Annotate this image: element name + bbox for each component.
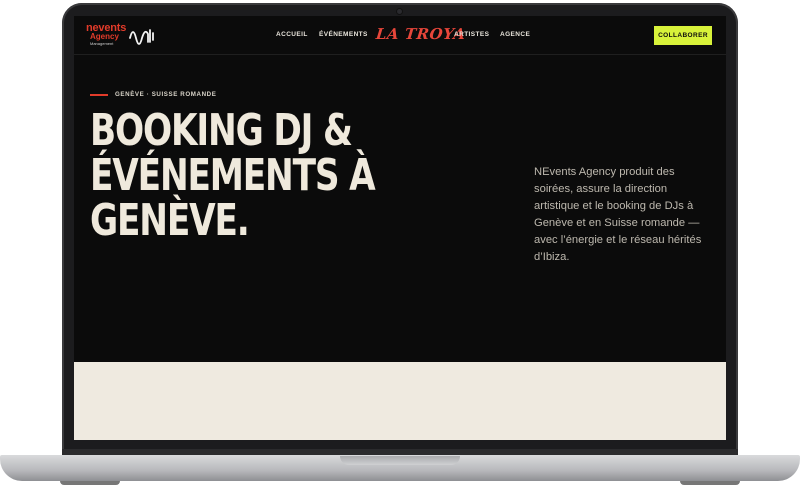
next-section-cream: [74, 362, 726, 440]
laptop-foot-left: [60, 481, 120, 485]
headline-line-2: ÉVÉNEMENTS À: [90, 150, 376, 201]
nevents-logo[interactable]: nevents Agency Management: [86, 22, 156, 50]
browser-viewport: nevents Agency Management ACCUEIL ÉVÉNEM…: [74, 16, 726, 440]
laptop-foot-right: [680, 481, 740, 485]
hero-eyebrow: GENÈVE · SUISSE ROMANDE: [115, 91, 217, 98]
nav-link-agence[interactable]: AGENCE: [500, 31, 530, 38]
nav-link-artistes[interactable]: ARTISTES: [454, 31, 489, 38]
la-troya-brand-link[interactable]: LA TROYA: [375, 25, 466, 43]
eyebrow-divider: [90, 94, 108, 96]
sound-wave-icon: [129, 29, 154, 45]
nav-link-evenements[interactable]: ÉVÉNEMENTS: [319, 31, 368, 38]
headline-line-1: BOOKING DJ &: [90, 105, 353, 156]
camera-icon: [397, 9, 402, 14]
logo-tagline: Management: [90, 41, 114, 46]
nav-link-accueil[interactable]: ACCUEIL: [276, 31, 308, 38]
collaborer-button[interactable]: COLLABORER: [654, 26, 712, 45]
site-navbar: nevents Agency Management ACCUEIL ÉVÉNEM…: [74, 16, 726, 55]
logo-subtitle: Agency: [90, 32, 119, 41]
headline-line-3: GENÈVE.: [90, 195, 250, 246]
hero-headline: BOOKING DJ & ÉVÉNEMENTS À GENÈVE.: [90, 105, 376, 246]
hero-description: NEvents Agency produit des soirées, assu…: [534, 166, 702, 263]
laptop-opening-notch: [340, 456, 460, 465]
